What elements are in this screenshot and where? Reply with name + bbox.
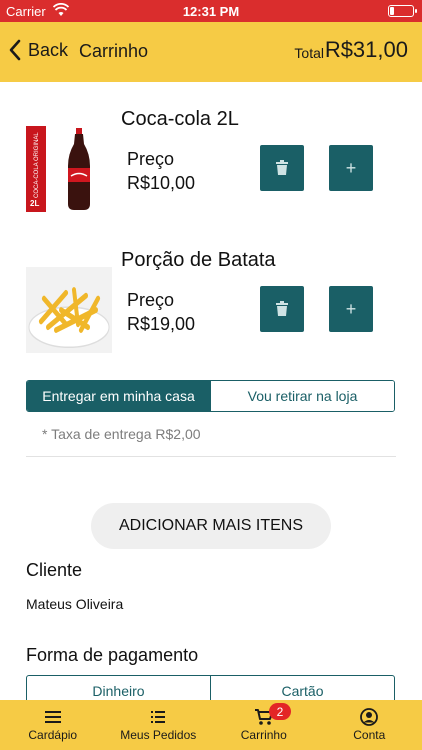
back-label: Back xyxy=(28,39,69,60)
tab-bar: Cardápio Meus Pedidos Carrinho 2 Conta xyxy=(0,700,422,750)
total-label: Total xyxy=(294,45,324,61)
price-value: R$10,00 xyxy=(127,173,196,193)
payment-section-title: Forma de pagamento xyxy=(26,645,199,665)
tab-label: Carrinho xyxy=(240,728,287,742)
delivery-toggle: Entregar em minha casa Vou retirar na lo… xyxy=(26,380,395,412)
tab-label: Conta xyxy=(353,728,386,742)
coca-cola-image: COCA-COLA ORIGINAL 2L xyxy=(26,126,90,212)
page-title: Carrinho xyxy=(79,41,149,61)
price-label: Preço xyxy=(127,149,175,169)
plus-icon: + xyxy=(345,298,357,319)
battery-icon xyxy=(388,5,417,17)
back-button[interactable]: Back xyxy=(8,39,68,61)
svg-text:2L: 2L xyxy=(30,199,39,208)
chevron-left-icon xyxy=(9,39,21,61)
tab-label: Meus Pedidos xyxy=(120,728,197,742)
deliver-home-option[interactable]: Entregar em minha casa xyxy=(27,381,210,411)
cart-item: COCA-COLA ORIGINAL 2L Coca-cola 2L Preço… xyxy=(0,100,422,220)
tab-conta[interactable]: Conta xyxy=(317,700,422,750)
svg-text:COCA-COLA ORIGINAL: COCA-COLA ORIGINAL xyxy=(34,132,40,198)
clock: 12:31 PM xyxy=(182,4,240,19)
add-quantity-button[interactable]: + xyxy=(329,145,373,191)
price-value: R$19,00 xyxy=(127,314,196,334)
menu-icon xyxy=(44,711,61,723)
remove-item-button[interactable] xyxy=(260,145,304,191)
header-bar: Back Carrinho Total R$31,00 xyxy=(0,22,422,82)
tab-cardapio[interactable]: Cardápio xyxy=(0,700,106,750)
item-name: Coca-cola 2L xyxy=(121,108,239,130)
status-bar: Carrier 12:31 PM xyxy=(0,0,422,22)
list-icon xyxy=(151,711,166,723)
pickup-store-option[interactable]: Vou retirar na loja xyxy=(210,381,394,411)
remove-item-button[interactable] xyxy=(260,286,304,332)
client-name: Mateus Oliveira xyxy=(26,596,124,612)
cart-item: Porção de Batata Preço R$19,00 + xyxy=(0,241,422,361)
add-more-items-button[interactable]: ADICIONAR MAIS ITENS xyxy=(91,503,331,549)
divider xyxy=(26,456,396,457)
trash-icon xyxy=(276,301,288,316)
account-icon xyxy=(360,708,379,726)
item-name: Porção de Batata xyxy=(121,249,276,271)
tab-label: Cardápio xyxy=(28,728,78,742)
tab-meus-pedidos[interactable]: Meus Pedidos xyxy=(106,700,212,750)
client-section-title: Cliente xyxy=(26,560,83,580)
french-fries-image xyxy=(26,267,112,353)
trash-icon xyxy=(276,160,288,175)
plus-icon: + xyxy=(345,157,357,178)
tab-carrinho[interactable]: Carrinho 2 xyxy=(211,700,317,750)
cart-count-badge: 2 xyxy=(269,703,291,720)
add-quantity-button[interactable]: + xyxy=(329,286,373,332)
total-value: R$31,00 xyxy=(324,37,408,62)
price-label: Preço xyxy=(127,290,175,310)
delivery-fee-note: * Taxa de entrega R$2,00 xyxy=(42,426,201,442)
